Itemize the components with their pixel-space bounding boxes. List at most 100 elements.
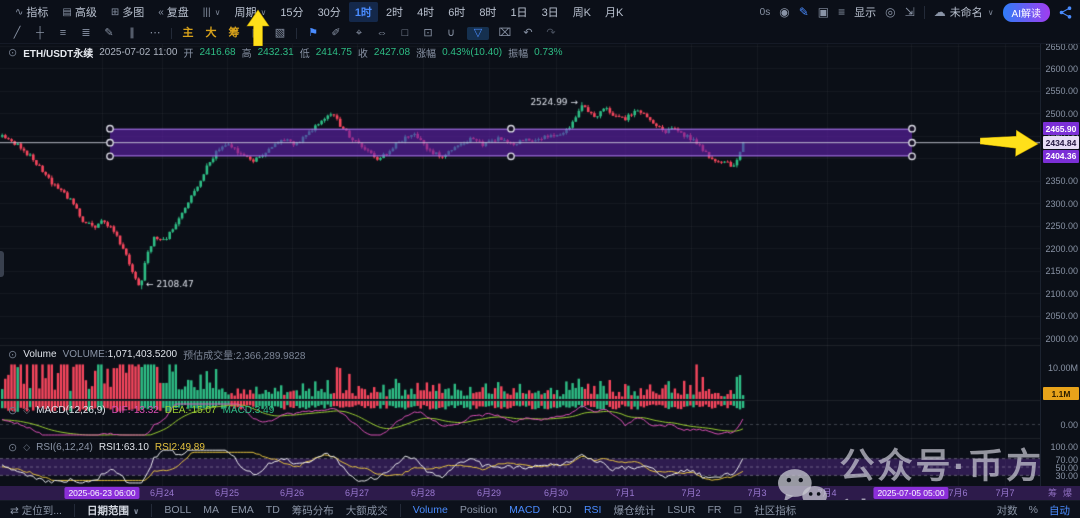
side-button-爆[interactable]: 爆 [1063,486,1072,500]
date-range-marker[interactable]: 2025-07-05 05:00 [873,487,948,499]
fullscreen-icon[interactable]: ⇲ [905,6,915,18]
scale-自动[interactable]: 自动 [1049,503,1070,518]
timeframe-30分[interactable]: 30分 [312,2,347,22]
date-axis[interactable]: 2025-06-23 06:006月246月256月266月276月286月29… [0,486,1080,500]
price-range-annotation[interactable] [110,129,912,158]
scale-对数[interactable]: 对数 [997,503,1018,518]
annotate-icon[interactable]: ✐ [329,28,343,39]
macd-value: 3.49 [255,405,274,416]
price-axis[interactable]: 2650.002600.002550.002500.002450.002350.… [1040,43,1080,486]
rsi-indicator-name[interactable]: RSI(6,12,24) [36,442,93,453]
visibility-toggle-icon[interactable]: ⊙ [8,348,17,361]
more-tools-icon[interactable]: ⋯ [148,28,162,39]
menu-指标[interactable]: ∿指标 [8,2,55,22]
visibility-toggle-icon[interactable]: ⊙ [8,404,17,417]
snapshot-icon[interactable]: ▣ [818,6,829,18]
open-label: 开 [183,45,193,60]
volume-indicator-name[interactable]: Volume [23,349,56,360]
date-tick: 7月2 [681,486,700,500]
slash-tool-icon[interactable]: ▧ [273,28,287,39]
indicator-FR[interactable]: FR [707,504,721,516]
large-order-button[interactable]: 大 [204,28,218,39]
menu-高级[interactable]: ▤高级 [55,2,103,22]
scale-%[interactable]: % [1029,504,1038,516]
edit-box-icon[interactable]: ⊡ [421,28,435,39]
chart-legend: ⊙ ETH/USDT永续 2025-07-02 11:00 开2416.68 高… [8,45,562,60]
menu-多图[interactable]: ⊞多图 [104,2,151,22]
dif-label: DIF: [112,405,131,416]
filter-funnel-icon[interactable]: ▽ [467,27,489,40]
parallel-lines-icon[interactable]: ∥ [125,28,139,39]
trendline-icon[interactable]: ╱ [10,28,24,39]
chart-canvas[interactable] [0,43,1040,486]
list-icon[interactable]: ≡ [838,6,845,18]
indicator-KDJ[interactable]: KDJ [552,504,572,516]
chevron-down-icon: ∨ [133,507,140,516]
timeframe-6时[interactable]: 6时 [442,2,471,22]
camera-icon[interactable]: ◉ [779,6,789,18]
range-measure-icon[interactable]: ⇔ [375,28,389,39]
lock-icon[interactable]: ◇ [23,442,30,453]
timeframe-月K[interactable]: 月K [599,2,629,22]
flag-icon[interactable]: ⚑ [306,28,320,39]
side-button-筹[interactable]: 筹 [1048,486,1057,500]
indicator-MA[interactable]: MA [203,504,219,516]
record-icon[interactable]: ◎ [885,6,895,18]
timeframe-1时[interactable]: 1时 [349,2,378,22]
display-menu[interactable]: 显示 [854,4,876,20]
rect-tool-icon[interactable]: □ [398,28,412,39]
locate-button[interactable]: ⇄ 定位到... [10,503,62,518]
menu-label: 高级 [75,4,97,20]
lock-icon[interactable]: ◇ [23,405,30,416]
low-label: 低 [300,45,310,60]
indicator-爆仓统计[interactable]: 爆仓统计 [613,503,655,518]
date-range-marker[interactable]: 2025-06-23 06:00 [64,487,139,499]
visibility-toggle-icon[interactable]: ⊙ [8,46,17,59]
main-indicator-button[interactable]: 主 [181,28,195,39]
custom-indicator-icon[interactable]: ⊡ [733,504,742,516]
indicator-RSI[interactable]: RSI [584,504,602,516]
ai-analysis-button[interactable]: AI解读 [1003,3,1050,22]
visibility-toggle-icon[interactable]: ⊙ [8,441,17,454]
chips-button[interactable]: 筹 [227,28,241,39]
indicator-LSUR[interactable]: LSUR [667,504,695,516]
pencil-icon[interactable]: ✎ [102,28,116,39]
menu-复盘[interactable]: «复盘 [151,2,196,22]
community-indicators-button[interactable]: 社区指标 [754,503,796,518]
channel-icon[interactable]: ≣ [79,28,93,39]
volume-label: VOLUME: [63,349,108,360]
redo-icon[interactable]: ↷ [544,28,558,39]
timeframe-2时[interactable]: 2时 [380,2,409,22]
indicator-Position[interactable]: Position [460,504,497,516]
indicator-Volume[interactable]: Volume [413,504,448,516]
share-icon[interactable] [1059,6,1072,19]
timeframe-4时[interactable]: 4时 [411,2,440,22]
indicator-大额成交[interactable]: 大额成交 [346,503,388,518]
panel-collapse-handle[interactable] [0,251,4,277]
measure-icon[interactable]: ⌖ [352,28,366,39]
macd-indicator-name[interactable]: MACD(12,26,9) [36,405,105,416]
indicator-MACD[interactable]: MACD [509,504,540,516]
date-range-button[interactable]: 日期范围 ∨ [87,503,139,518]
indicator-筹码分布[interactable]: 筹码分布 [292,503,334,518]
timeframe-周K[interactable]: 周K [567,2,597,22]
timeframe-8时[interactable]: 8时 [473,2,502,22]
account-menu[interactable]: ☁ 未命名 ∨ [934,4,994,20]
timeframe-3日[interactable]: 3日 [536,2,565,22]
indicator-EMA[interactable]: EMA [231,504,254,516]
trash-icon[interactable]: ⌧ [498,28,512,39]
symbol-name[interactable]: ETH/USDT永续 [23,45,93,60]
menu-chart-style[interactable]: |||∨ [196,5,228,20]
draw-icon[interactable]: ✎ [799,6,809,18]
indicator-BOLL[interactable]: BOLL [164,504,191,516]
timeframe-1日[interactable]: 1日 [504,2,533,22]
indicator-TD[interactable]: TD [266,504,280,516]
timeframe-15分[interactable]: 15分 [274,2,309,22]
price-tick: 2150.00 [1045,266,1078,276]
horizontal-line-icon[interactable]: ≡ [56,28,70,39]
rsi-tick: 30.00 [1055,471,1078,481]
magnet-icon[interactable]: ∪ [444,28,458,39]
undo-icon[interactable]: ↶ [521,28,535,39]
date-tick: 7月6 [948,486,967,500]
crosshair-icon[interactable]: ┼ [33,28,47,39]
